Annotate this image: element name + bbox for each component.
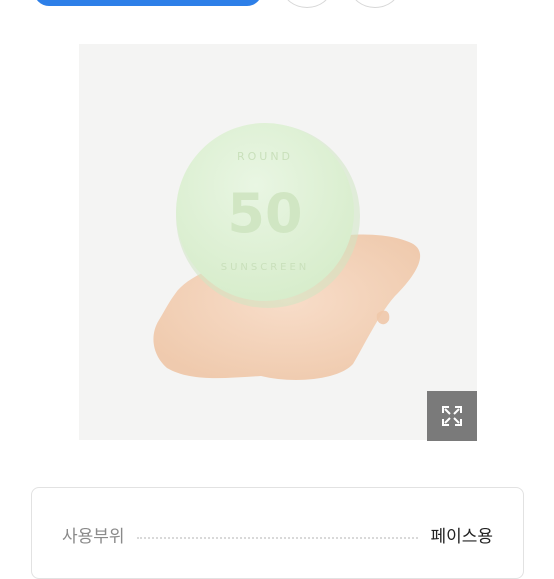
product-image: 50 ROUND SUNSCREEN [79, 44, 477, 440]
svg-text:SUNSCREEN: SUNSCREEN [221, 262, 310, 273]
primary-action-button[interactable] [34, 0, 262, 6]
expand-image-button[interactable] [427, 391, 477, 441]
expand-icon [442, 406, 462, 426]
svg-text:ROUND: ROUND [237, 150, 293, 163]
product-photo: 50 ROUND SUNSCREEN [79, 44, 477, 440]
svg-text:50: 50 [227, 182, 302, 245]
dotted-divider [136, 536, 419, 539]
info-row-usage-area: 사용부위 페이스용 [62, 522, 493, 547]
round-icon-button[interactable] [351, 0, 399, 8]
product-info-card: 사용부위 페이스용 [31, 487, 524, 579]
info-label: 사용부위 [62, 526, 125, 547]
round-icon-button[interactable] [283, 0, 331, 8]
info-value: 페이스용 [430, 526, 493, 547]
